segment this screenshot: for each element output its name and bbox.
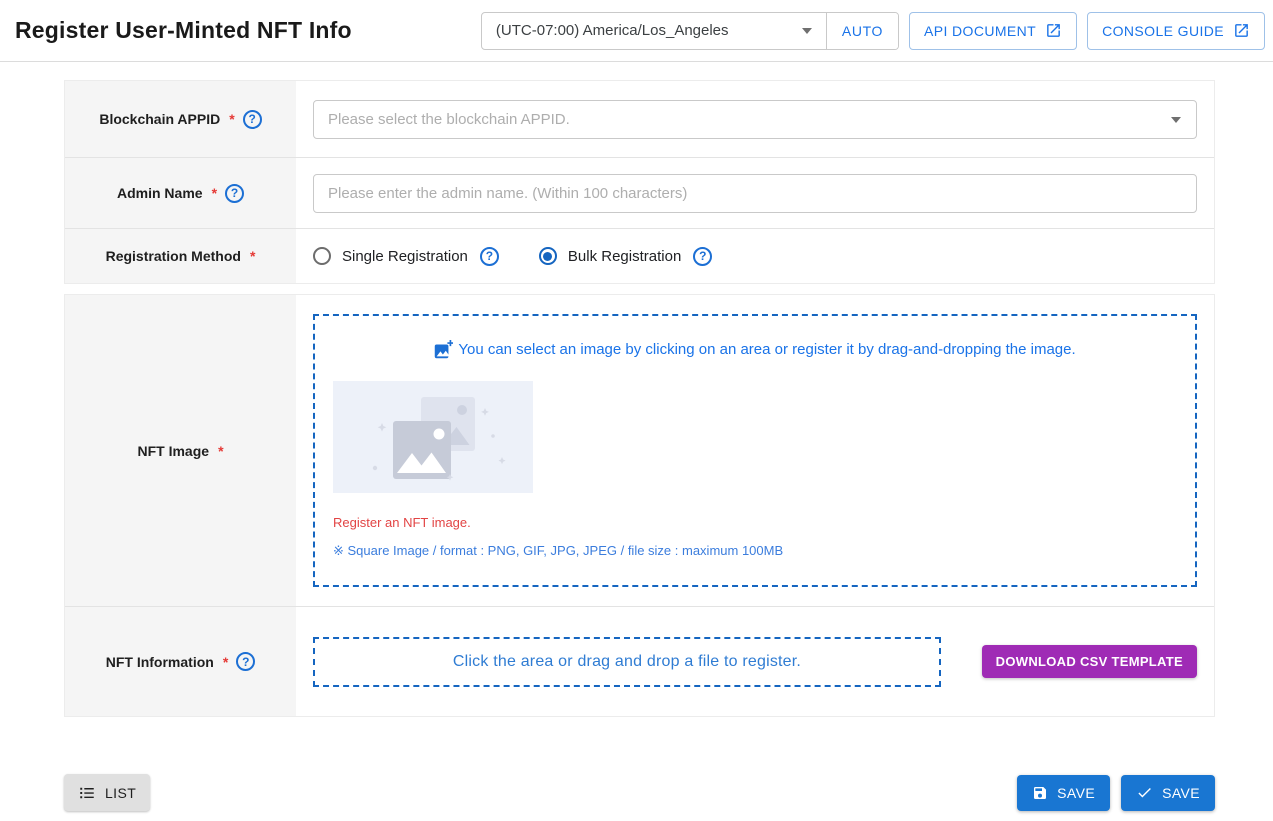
save-confirm-button-label: SAVE [1162, 785, 1200, 801]
nft-image-label-cell: NFT Image * [65, 295, 296, 606]
row-registration-method: Registration Method * Single Registration… [65, 228, 1214, 283]
nft-information-content: Click the area or drag and drop a file t… [296, 607, 1214, 716]
registration-method-label-cell: Registration Method * [65, 229, 296, 283]
admin-name-input[interactable] [313, 174, 1197, 213]
save-confirm-button[interactable]: SAVE [1121, 775, 1215, 811]
radio-bulk-registration[interactable]: Bulk Registration [539, 247, 712, 266]
required-mark: * [229, 111, 234, 127]
list-button[interactable]: LIST [64, 774, 150, 811]
radio-bulk-label: Bulk Registration [568, 248, 681, 265]
list-icon [78, 784, 96, 802]
row-blockchain-appid: Blockchain APPID * [65, 81, 1214, 157]
save-button-label: SAVE [1057, 785, 1095, 801]
required-mark: * [218, 443, 223, 459]
registration-method-label: Registration Method [106, 248, 241, 264]
nft-information-dropzone-text: Click the area or drag and drop a file t… [453, 653, 801, 671]
add-image-icon [434, 340, 453, 359]
nft-image-dropzone-text: You can select an image by clicking on a… [458, 341, 1075, 358]
row-admin-name: Admin Name * [65, 157, 1214, 228]
register-form: Blockchain APPID * Admin Name * [64, 80, 1215, 717]
api-document-label: API DOCUMENT [924, 23, 1036, 39]
nft-information-dropzone[interactable]: Click the area or drag and drop a file t… [313, 637, 941, 687]
radio-checked-icon[interactable] [539, 247, 557, 265]
help-icon[interactable] [225, 184, 244, 203]
form-section-basic: Blockchain APPID * Admin Name * [64, 80, 1215, 284]
nft-image-dropzone[interactable]: You can select an image by clicking on a… [313, 314, 1197, 587]
nft-image-validation-message: Register an NFT image. [333, 515, 1177, 530]
footer-actions: LIST SAVE SAVE [64, 774, 1215, 811]
page-title: Register User-Minted NFT Info [15, 17, 352, 44]
page-header: Register User-Minted NFT Info (UTC-07:00… [0, 0, 1273, 62]
console-guide-label: CONSOLE GUIDE [1102, 23, 1224, 39]
help-icon[interactable] [480, 247, 499, 266]
admin-name-label-cell: Admin Name * [65, 158, 296, 228]
admin-name-content [296, 158, 1214, 228]
nft-image-content: You can select an image by clicking on a… [296, 295, 1214, 606]
required-mark: * [250, 248, 255, 264]
timezone-select[interactable]: (UTC-07:00) America/Los_Angeles [482, 13, 826, 49]
console-guide-button[interactable]: CONSOLE GUIDE [1087, 12, 1265, 50]
admin-name-label: Admin Name [117, 185, 203, 201]
chevron-down-icon [1171, 117, 1181, 123]
api-document-button[interactable]: API DOCUMENT [909, 12, 1077, 50]
chevron-down-icon [802, 28, 812, 34]
row-nft-image: NFT Image * You can select an image by cl… [65, 295, 1214, 606]
blockchain-appid-label: Blockchain APPID [99, 111, 220, 127]
radio-single-label: Single Registration [342, 248, 468, 265]
external-link-icon [1045, 22, 1062, 39]
radio-single-registration[interactable]: Single Registration [313, 247, 499, 266]
row-nft-information: NFT Information * Click the area or drag … [65, 606, 1214, 716]
image-placeholder-thumbnail [333, 381, 533, 493]
timezone-value: (UTC-07:00) America/Los_Angeles [496, 22, 729, 39]
admin-name-input-wrap [313, 174, 1197, 213]
nft-information-label: NFT Information [106, 654, 214, 670]
required-mark: * [223, 654, 228, 670]
check-icon [1136, 784, 1153, 801]
nft-information-label-cell: NFT Information * [65, 607, 296, 716]
auto-button[interactable]: AUTO [826, 13, 898, 49]
nft-image-format-note: ※ Square Image / format : PNG, GIF, JPG,… [333, 543, 1177, 559]
blockchain-appid-label-cell: Blockchain APPID * [65, 81, 296, 157]
save-disk-icon [1032, 785, 1048, 801]
list-button-label: LIST [105, 785, 136, 801]
help-icon[interactable] [236, 652, 255, 671]
blockchain-appid-select-wrap [313, 100, 1197, 139]
help-icon[interactable] [243, 110, 262, 129]
save-button[interactable]: SAVE [1017, 775, 1110, 811]
radio-unchecked-icon[interactable] [313, 247, 331, 265]
form-section-upload: NFT Image * You can select an image by cl… [64, 294, 1215, 717]
download-csv-template-button[interactable]: DOWNLOAD CSV TEMPLATE [982, 645, 1197, 678]
registration-method-content: Single Registration Bulk Registration [296, 229, 1214, 283]
nft-image-label: NFT Image [137, 443, 209, 459]
blockchain-appid-content [296, 81, 1214, 157]
help-icon[interactable] [693, 247, 712, 266]
timezone-group: (UTC-07:00) America/Los_Angeles AUTO [481, 12, 899, 50]
dropzone-instruction-row: You can select an image by clicking on a… [333, 340, 1177, 359]
required-mark: * [212, 185, 217, 201]
external-link-icon [1233, 22, 1250, 39]
blockchain-appid-select[interactable] [313, 100, 1197, 139]
